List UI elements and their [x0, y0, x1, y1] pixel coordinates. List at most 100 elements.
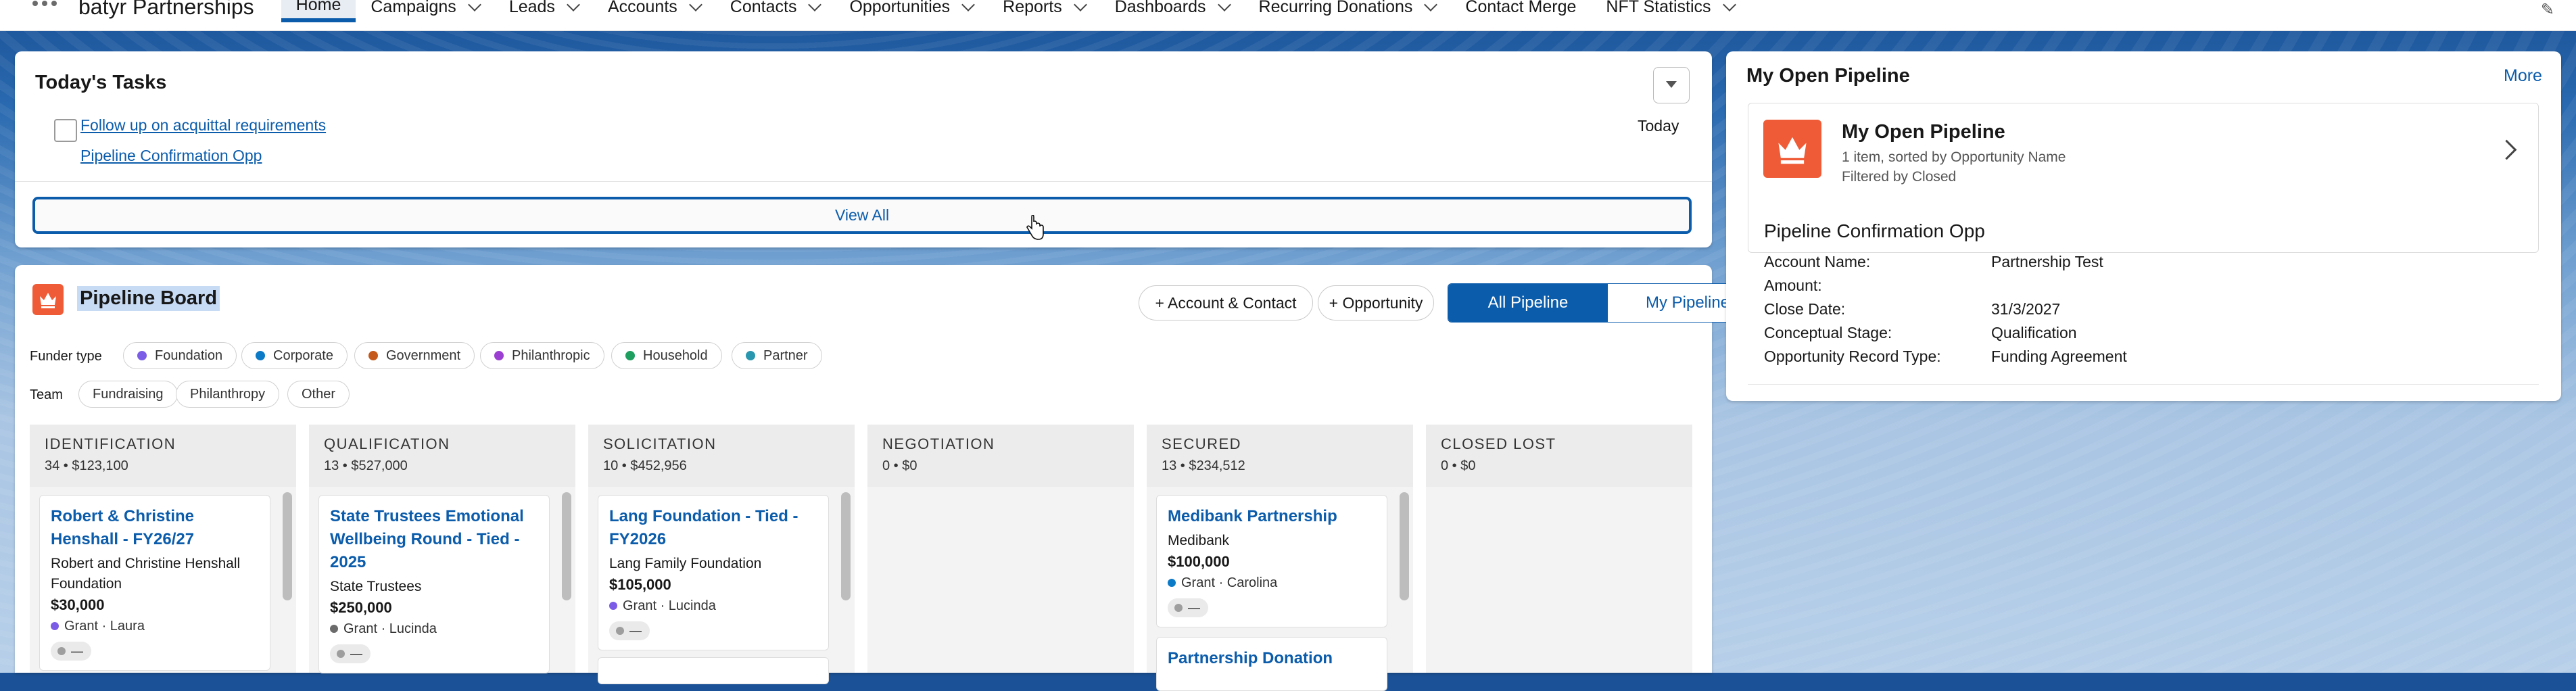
opportunity-card[interactable] — [598, 657, 829, 684]
task-related-link[interactable]: Pipeline Confirmation Opp — [80, 147, 262, 165]
opportunity-title-link[interactable]: Robert & Christine Henshall - FY26/27 — [51, 505, 259, 551]
opportunity-card[interactable]: Medibank Partnership Medibank $100,000 G… — [1156, 495, 1387, 627]
chevron-down-icon[interactable] — [567, 0, 580, 11]
opportunity-meta: Grant · Carolina — [1168, 573, 1376, 593]
team-chip-philanthropy[interactable]: Philanthropy — [176, 381, 280, 408]
app-name: batyr Partnerships — [78, 0, 254, 19]
nav-tab-contacts[interactable]: Contacts — [715, 0, 835, 22]
opportunity-type-owner: Grant · Lucinda — [623, 598, 716, 613]
chevron-down-icon[interactable] — [467, 0, 481, 11]
chevron-down-icon[interactable] — [1722, 0, 1736, 11]
nav-tab-label: Leads — [508, 0, 555, 16]
column-body — [867, 487, 1134, 673]
task-checkbox[interactable] — [54, 119, 77, 142]
column-scrollbar[interactable] — [841, 492, 851, 600]
status-dot — [1174, 604, 1183, 612]
funder-chip-philanthropic[interactable]: Philanthropic — [480, 342, 604, 369]
opportunity-meta: Grant · Lucinda — [330, 619, 538, 639]
column-body: Lang Foundation - Tied - FY2026 Lang Fam… — [588, 487, 855, 684]
nav-tab-recurring-donations[interactable]: Recurring Donations — [1244, 0, 1451, 22]
column-summary: 34 • $123,100 — [45, 458, 128, 473]
field-label: Close Date: — [1764, 300, 1846, 318]
column-scrollbar[interactable] — [1400, 492, 1409, 600]
opportunity-account: Lang Family Foundation — [609, 556, 762, 571]
opportunity-card[interactable]: Lang Foundation - Tied - FY2026 Lang Fam… — [598, 495, 829, 650]
column-title: CLOSED LOST — [1441, 435, 1556, 452]
add-opportunity-button[interactable]: + Opportunity — [1318, 285, 1434, 320]
funder-dot — [1168, 579, 1176, 587]
column-scrollbar[interactable] — [562, 492, 571, 600]
color-dot — [746, 351, 755, 360]
nav-tab-accounts[interactable]: Accounts — [593, 0, 715, 22]
tasks-menu-button[interactable] — [1653, 67, 1690, 103]
nav-tab-dashboards[interactable]: Dashboards — [1100, 0, 1244, 22]
nav-tab-label: Home — [295, 0, 341, 14]
pipeline-column-qualification: QUALIFICATION 13 • $527,000 State Truste… — [309, 425, 575, 673]
chevron-down-icon[interactable] — [961, 0, 976, 11]
divider — [1748, 384, 2539, 385]
funder-chip-government[interactable]: Government — [354, 342, 475, 369]
chevron-down-icon[interactable] — [808, 0, 822, 11]
chevron-right-icon[interactable] — [2496, 139, 2517, 160]
nav-tab-label: Opportunities — [849, 0, 951, 16]
nav-tab-leads[interactable]: Leads — [494, 0, 593, 22]
column-summary: 0 • $0 — [882, 458, 917, 473]
nav-tab-label: Accounts — [607, 0, 677, 16]
field-value: Qualification — [1991, 324, 2077, 341]
todays-tasks-card: Today's Tasks Follow up on acquittal req… — [15, 51, 1712, 247]
chevron-down-icon[interactable] — [1217, 0, 1231, 11]
opportunity-title-link[interactable]: Medibank Partnership — [1168, 505, 1376, 528]
pipeline-column-closed-lost: CLOSED LOST 0 • $0 — [1426, 425, 1692, 673]
task-subject-link[interactable]: Follow up on acquittal requirements — [80, 116, 326, 135]
team-label: Team — [30, 387, 63, 402]
opportunity-title-link[interactable]: Partnership Donation — [1168, 647, 1376, 670]
column-body: Medibank Partnership Medibank $100,000 G… — [1147, 487, 1413, 691]
pipeline-column-solicitation: SOLICITATION 10 • $452,956 Lang Foundati… — [588, 425, 855, 684]
field-label: Conceptual Stage: — [1764, 324, 1892, 341]
nav-tab-reports[interactable]: Reports — [988, 0, 1100, 22]
nav-tab-label: Contact Merge — [1465, 0, 1577, 16]
opportunity-title-link[interactable]: Lang Foundation - Tied - FY2026 — [609, 505, 817, 551]
nav-tab-label: Contacts — [730, 0, 797, 16]
column-title: SECURED — [1162, 435, 1242, 452]
status-value: — — [350, 646, 362, 661]
pipeline-column-identification: IDENTIFICATION 34 • $123,100 Robert & Ch… — [30, 425, 296, 673]
chevron-down-icon[interactable] — [1073, 0, 1087, 11]
opportunity-title-link[interactable]: State Trustees Emotional Wellbeing Round… — [330, 505, 538, 574]
funder-chip-household[interactable]: Household — [611, 342, 722, 369]
record-name[interactable]: Pipeline Confirmation Opp — [1764, 220, 1985, 242]
nav-tab-label: Recurring Donations — [1258, 0, 1413, 16]
nav-tab-nft-statistics[interactable]: NFT Statistics — [1591, 0, 1748, 22]
add-account-contact-button[interactable]: + Account & Contact — [1139, 285, 1313, 320]
funder-chip-partner[interactable]: Partner — [732, 342, 822, 369]
tasks-title: Today's Tasks — [35, 72, 167, 93]
edit-nav-pencil-icon[interactable]: ✎ — [2541, 0, 2554, 20]
all-pipeline-button[interactable]: All Pipeline — [1448, 284, 1608, 322]
status-value: — — [1188, 600, 1200, 615]
chevron-down-icon[interactable] — [1424, 0, 1438, 11]
nav-tab-home[interactable]: Home — [281, 0, 356, 22]
team-chip-fundraising[interactable]: Fundraising — [78, 381, 178, 408]
nav-tab-contact-merge[interactable]: Contact Merge — [1450, 0, 1591, 22]
opportunity-card[interactable]: Partnership Donation — [1156, 637, 1387, 691]
status-pill: — — [609, 621, 650, 640]
chip-label: Foundation — [155, 348, 223, 363]
field-label: Opportunity Record Type: — [1764, 348, 1941, 365]
nav-tab-opportunities[interactable]: Opportunities — [834, 0, 988, 22]
funder-chip-foundation[interactable]: Foundation — [123, 342, 237, 369]
divider — [15, 181, 1712, 182]
column-title: NEGOTIATION — [882, 435, 995, 452]
opportunity-card[interactable]: State Trustees Emotional Wellbeing Round… — [318, 495, 550, 673]
team-chip-other[interactable]: Other — [287, 381, 350, 408]
opportunity-card[interactable]: Robert & Christine Henshall - FY26/27 Ro… — [39, 495, 270, 671]
color-dot — [368, 351, 378, 360]
view-all-button[interactable]: View All — [32, 197, 1692, 234]
app-launcher-icon[interactable] — [32, 0, 62, 30]
column-title: IDENTIFICATION — [45, 435, 176, 452]
global-navigation: batyr Partnerships Home Campaigns Leads … — [0, 0, 2576, 31]
nav-tab-campaigns[interactable]: Campaigns — [356, 0, 494, 22]
chevron-down-icon[interactable] — [688, 0, 702, 11]
funder-chip-corporate[interactable]: Corporate — [241, 342, 348, 369]
column-scrollbar[interactable] — [283, 492, 292, 600]
more-link[interactable]: More — [2504, 66, 2542, 86]
